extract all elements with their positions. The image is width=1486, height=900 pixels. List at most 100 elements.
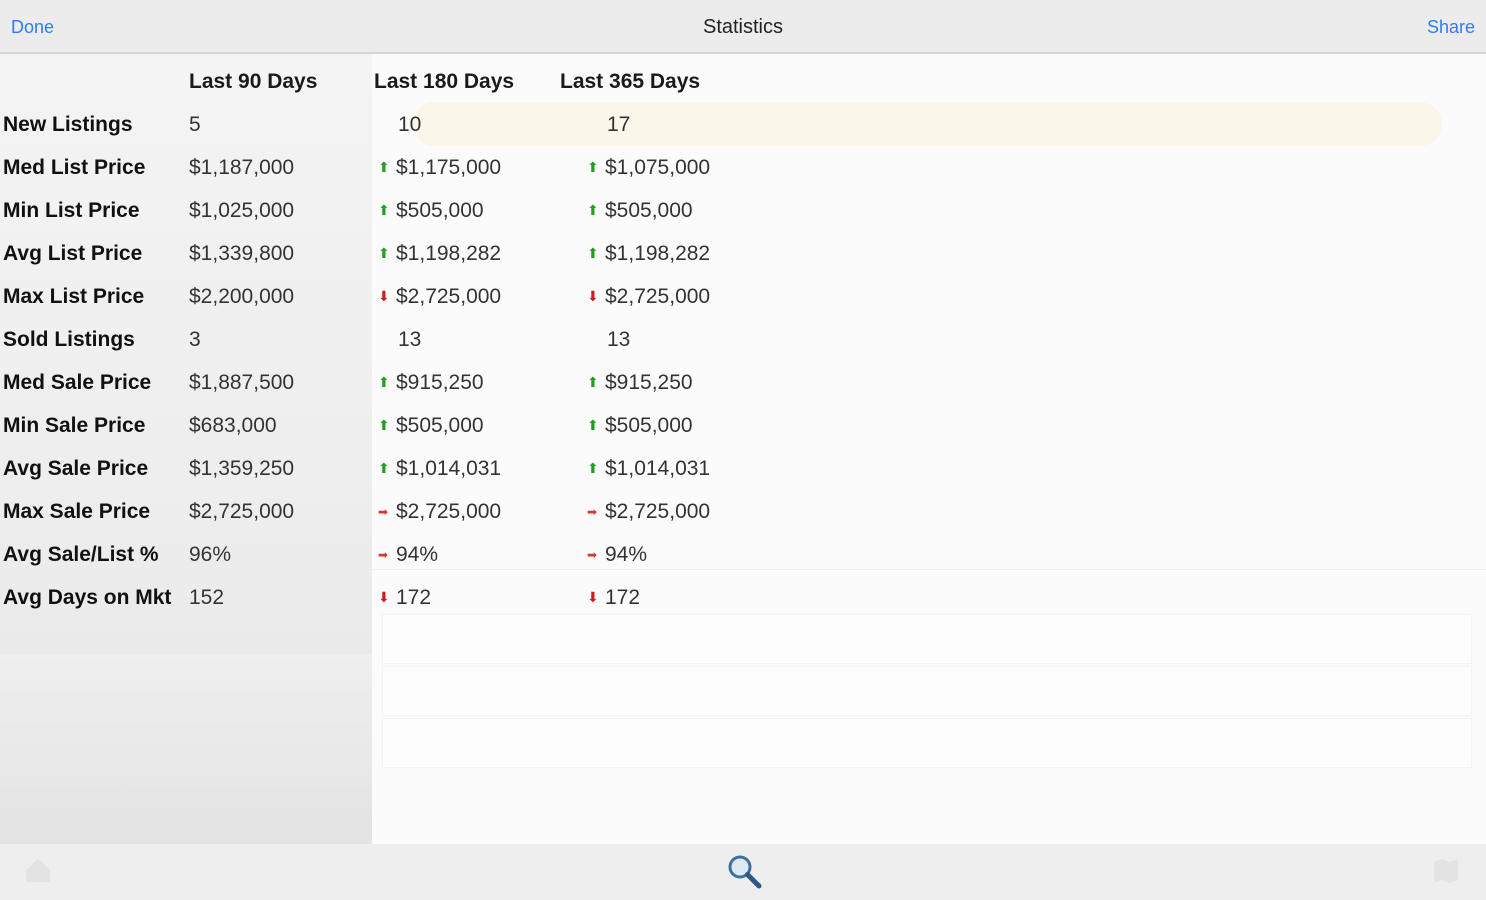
value-180-days: $1,014,031 xyxy=(396,457,502,480)
value-90-days: $1,359,250 xyxy=(189,457,295,480)
table-row: Sold Listings 3 13 13 xyxy=(0,319,740,362)
value-180-days-cell: ⬇ 172 xyxy=(378,586,431,610)
table-row: Avg Sale/List % 96% ➡ 94% ➡ 94% xyxy=(0,534,740,577)
value-365-days: $1,014,031 xyxy=(605,457,711,480)
trend-flat-icon: ➡ xyxy=(587,548,598,562)
value-365-days-cell: ➡ $2,725,000 xyxy=(587,500,710,524)
value-180-days: 172 xyxy=(396,586,432,609)
trend-up-icon: ⬆ xyxy=(587,159,599,175)
value-365-days-cell: ⬆ $1,014,031 xyxy=(587,457,710,481)
value-180-days-cell: ⬇ $2,725,000 xyxy=(378,285,501,309)
value-90-days: $1,187,000 xyxy=(189,156,295,179)
trend-flat-icon: ➡ xyxy=(587,505,598,519)
trend-flat-icon: ➡ xyxy=(378,548,389,562)
value-365-days-cell: ⬇ 172 xyxy=(587,586,640,610)
value-365-days-cell: ⬆ $1,075,000 xyxy=(587,156,710,180)
row-label: Max Sale Price xyxy=(3,500,151,523)
table-row: Max Sale Price $2,725,000 ➡ $2,725,000 ➡ $2,7… xyxy=(0,491,740,534)
trend-up-icon: ⬆ xyxy=(378,159,390,175)
column-header-90-days: Last 90 Days xyxy=(189,70,318,93)
trend-down-icon: ⬇ xyxy=(587,589,599,605)
value-180-days-cell: ➡ $2,725,000 xyxy=(378,500,501,524)
table-header: Last 90 Days Last 180 Days Last 365 Days xyxy=(0,60,740,104)
trend-up-icon: ⬆ xyxy=(378,460,390,476)
value-180-days-cell: 10 xyxy=(378,113,421,137)
map-icon xyxy=(1434,859,1458,883)
value-90-days: $2,725,000 xyxy=(189,500,295,523)
background-field xyxy=(382,718,1472,768)
row-label: New Listings xyxy=(3,113,133,136)
table-row: Med List Price $1,187,000 ⬆ $1,175,000 ⬆ $1,0… xyxy=(0,147,740,190)
search-icon[interactable] xyxy=(725,852,765,892)
value-365-days-cell: ⬆ $915,250 xyxy=(587,371,693,395)
trend-up-icon: ⬆ xyxy=(378,202,390,218)
value-365-days-cell: ⬆ $1,198,282 xyxy=(587,242,710,266)
background-field xyxy=(382,614,1472,664)
row-label: Min List Price xyxy=(3,199,140,222)
share-button[interactable]: Share xyxy=(1427,17,1475,38)
value-365-days: 13 xyxy=(607,328,631,351)
navigation-bar: Done Statistics Share xyxy=(0,0,1486,54)
value-180-days: 10 xyxy=(398,113,422,136)
trend-up-icon: ⬆ xyxy=(587,417,599,433)
value-180-days-cell: ⬆ $505,000 xyxy=(378,414,484,438)
trend-up-icon: ⬆ xyxy=(587,374,599,390)
value-365-days: $505,000 xyxy=(605,414,693,437)
table-row: New Listings 5 10 17 xyxy=(0,104,740,147)
home-icon xyxy=(26,859,50,882)
value-180-days-cell: ⬆ $505,000 xyxy=(378,199,484,223)
value-365-days-cell: ➡ 94% xyxy=(587,543,647,567)
bottom-toolbar xyxy=(0,844,1486,900)
value-180-days: $1,198,282 xyxy=(396,242,502,265)
value-365-days: $2,725,000 xyxy=(605,500,711,523)
table-row: Med Sale Price $1,887,500 ⬆ $915,250 ⬆ $915,2… xyxy=(0,362,740,405)
value-180-days: $1,175,000 xyxy=(396,156,502,179)
value-90-days: 96% xyxy=(189,543,232,566)
value-365-days-cell: 17 xyxy=(587,113,630,137)
value-180-days: $505,000 xyxy=(396,414,484,437)
value-180-days: $2,725,000 xyxy=(396,285,502,308)
value-365-days: 94% xyxy=(605,543,648,566)
statistics-table: Last 90 Days Last 180 Days Last 365 Days… xyxy=(0,60,740,620)
trend-up-icon: ⬆ xyxy=(378,374,390,390)
value-365-days: 172 xyxy=(605,586,641,609)
trend-flat-icon: ➡ xyxy=(378,505,389,519)
column-header-180-days: Last 180 Days xyxy=(374,70,515,93)
row-label: Avg Sale/List % xyxy=(3,543,159,566)
value-90-days: $1,339,800 xyxy=(189,242,295,265)
row-label: Med Sale Price xyxy=(3,371,152,394)
value-90-days: $1,025,000 xyxy=(189,199,295,222)
trend-up-icon: ⬆ xyxy=(587,460,599,476)
column-header-365-days: Last 365 Days xyxy=(560,70,701,93)
trend-up-icon: ⬆ xyxy=(587,202,599,218)
value-90-days: $2,200,000 xyxy=(189,285,295,308)
table-row: Max List Price $2,200,000 ⬇ $2,725,000 ⬇ $2,7… xyxy=(0,276,740,319)
background-field xyxy=(382,666,1472,716)
trend-down-icon: ⬇ xyxy=(378,288,390,304)
row-label: Sold Listings xyxy=(3,328,135,351)
row-label: Avg Days on Mkt xyxy=(3,586,172,609)
table-row: Min List Price $1,025,000 ⬆ $505,000 ⬆ $505,0… xyxy=(0,190,740,233)
value-365-days: 17 xyxy=(607,113,631,136)
value-90-days: $683,000 xyxy=(189,414,277,437)
value-90-days: 3 xyxy=(189,328,201,351)
row-label: Min Sale Price xyxy=(3,414,146,437)
value-180-days: $915,250 xyxy=(396,371,484,394)
value-365-days-cell: 13 xyxy=(587,328,630,352)
background-photo xyxy=(0,654,372,844)
value-365-days: $1,075,000 xyxy=(605,156,711,179)
row-label: Avg List Price xyxy=(3,242,143,265)
value-90-days: 5 xyxy=(189,113,201,136)
value-365-days-cell: ⬇ $2,725,000 xyxy=(587,285,710,309)
trend-down-icon: ⬇ xyxy=(378,589,390,605)
value-180-days-cell: ⬆ $1,198,282 xyxy=(378,242,501,266)
trend-down-icon: ⬇ xyxy=(587,288,599,304)
value-365-days: $1,198,282 xyxy=(605,242,711,265)
table-row: Min Sale Price $683,000 ⬆ $505,000 ⬆ $505,000 xyxy=(0,405,740,448)
value-180-days-cell: ⬆ $915,250 xyxy=(378,371,484,395)
row-label: Max List Price xyxy=(3,285,145,308)
table-row: Avg List Price $1,339,800 ⬆ $1,198,282 ⬆ $1,1… xyxy=(0,233,740,276)
value-90-days: 152 xyxy=(189,586,225,609)
value-365-days-cell: ⬆ $505,000 xyxy=(587,199,693,223)
trend-up-icon: ⬆ xyxy=(378,417,390,433)
